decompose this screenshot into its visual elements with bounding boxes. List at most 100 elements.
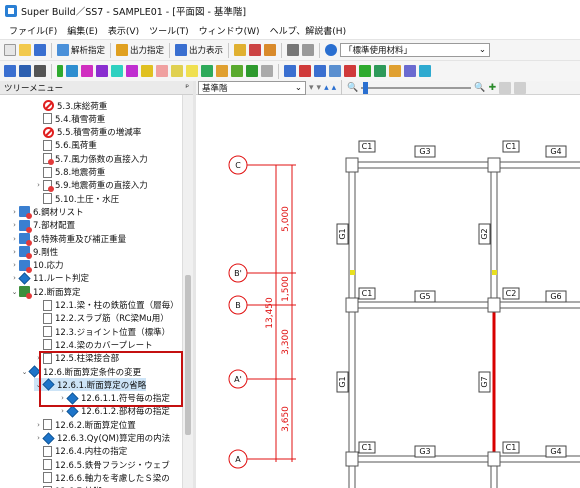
zoom-out-icon[interactable]: 🔍 — [347, 83, 358, 93]
zoom-in-icon[interactable]: 🔍 — [474, 83, 485, 93]
collapse-chevron-icon[interactable]: ⌄ — [10, 288, 19, 296]
move-node-icon[interactable] — [314, 65, 326, 77]
scroll-top-icon[interactable]: ▴ — [332, 83, 337, 93]
tree-scrollbar-thumb[interactable] — [185, 275, 191, 435]
tree-scrollbar[interactable] — [182, 95, 193, 488]
output-settings-button[interactable]: 出力指定 — [116, 44, 164, 56]
undo-icon[interactable] — [325, 44, 338, 56]
node-icon[interactable] — [299, 65, 311, 77]
grid-plan-icon[interactable] — [4, 65, 16, 77]
tree-item[interactable]: 12.1.梁・柱の鉄筋位置（層毎） — [34, 299, 179, 312]
fit-view-icon[interactable] — [499, 81, 512, 94]
previous-view-icon[interactable] — [514, 81, 527, 94]
tree-item[interactable]: 12.3.ジョイント位置（標準） — [34, 325, 170, 338]
menu-edit[interactable]: 編集(E) — [62, 24, 103, 37]
menu-view[interactable]: 表示(V) — [103, 24, 144, 37]
wall-icon[interactable] — [81, 65, 93, 77]
orange-flag-icon[interactable] — [216, 65, 228, 77]
menu-file[interactable]: ファイル(F) — [4, 24, 62, 37]
tree-item[interactable]: 12.6.6.軸力を考慮したＳ梁の — [34, 471, 170, 484]
open-folder-icon[interactable] — [19, 44, 31, 56]
expand-chevron-icon[interactable]: › — [10, 235, 19, 243]
node-point[interactable] — [492, 270, 497, 275]
tree-item[interactable]: 5.7.風力係数の直接入力 — [34, 152, 148, 166]
tree-item[interactable]: 12.4.梁のカバープレート — [34, 338, 153, 351]
column[interactable] — [487, 297, 501, 313]
tree-item[interactable]: 5.8.地震荷重 — [34, 166, 105, 179]
support-icon[interactable] — [246, 65, 258, 77]
eraser-icon[interactable] — [156, 65, 168, 77]
tree-item[interactable]: 12.6.5.鉄骨フランジ・ウェブ — [34, 458, 170, 471]
select-icon[interactable] — [284, 65, 296, 77]
tree-item[interactable]: › 12.6.3.Qy(QM)算定用の内法 — [34, 431, 170, 445]
column[interactable] — [345, 451, 359, 467]
node-point[interactable] — [350, 270, 355, 275]
green-flag-icon[interactable] — [201, 65, 213, 77]
view-icon[interactable] — [404, 65, 416, 77]
load-icon[interactable] — [171, 65, 183, 77]
tree-item[interactable]: 5.10.土圧・水圧 — [34, 192, 119, 205]
frame-icon[interactable] — [34, 65, 46, 77]
preview-icon[interactable] — [302, 44, 315, 56]
zoom-slider-thumb[interactable] — [363, 81, 369, 94]
tree-item[interactable]: › 11.ルート判定 — [10, 272, 89, 285]
zoom-slider[interactable] — [361, 81, 472, 94]
menu-window[interactable]: ウィンドウ(W) — [194, 24, 265, 37]
column[interactable] — [487, 157, 501, 173]
tree-item[interactable]: 12.6.4.内柱の指定 — [34, 445, 127, 458]
output-view-button[interactable]: 出力表示 — [175, 44, 223, 56]
save-icon[interactable] — [34, 44, 46, 56]
tree-item[interactable]: 5.4.積雪荷重 — [34, 112, 105, 125]
pan-icon[interactable]: ✚ — [489, 83, 497, 93]
floor-plan-drawing[interactable]: C B' B A' A 5,000 1,500 3,300 3,650 13,4… — [196, 95, 580, 488]
column[interactable] — [345, 297, 359, 313]
new-file-icon[interactable] — [4, 44, 16, 56]
floor-plan-icon[interactable] — [19, 65, 31, 77]
report-icon[interactable] — [249, 44, 262, 56]
tree-icon[interactable] — [359, 65, 371, 77]
tree-item[interactable]: › 10.応力 — [10, 259, 64, 273]
plan-canvas[interactable]: C B' B A' A 5,000 1,500 3,300 3,650 13,4… — [196, 95, 580, 488]
table-icon[interactable] — [261, 65, 273, 77]
material-dropdown[interactable]: 「標準使用材料」 ⌄ — [340, 43, 491, 57]
brace-icon[interactable] — [111, 65, 123, 77]
scroll-down-icon[interactable]: ▾ — [317, 83, 322, 93]
delete-node-icon[interactable] — [344, 65, 356, 77]
expand-chevron-icon[interactable]: › — [10, 208, 19, 216]
tree-item[interactable]: ⌄ 12.断面算定 — [10, 285, 81, 300]
spring-icon[interactable] — [389, 65, 401, 77]
scroll-up-icon[interactable]: ▴ — [324, 83, 329, 93]
hinge-icon[interactable] — [374, 65, 386, 77]
analysis-settings-button[interactable]: 解析指定 — [57, 44, 105, 56]
slab-icon[interactable] — [96, 65, 108, 77]
print-icon[interactable] — [287, 44, 300, 56]
mail-icon[interactable] — [186, 65, 198, 77]
tree-item[interactable]: › 5.9.地震荷重の直接入力 — [34, 179, 148, 192]
brush-icon[interactable] — [419, 65, 431, 77]
tree-item[interactable]: 5.6.風荷重 — [34, 139, 97, 152]
pencil-icon[interactable] — [141, 65, 153, 77]
opening-icon[interactable] — [126, 65, 138, 77]
tree-item[interactable]: 5.3.床総荷重 — [34, 99, 107, 112]
beam-icon[interactable] — [66, 65, 78, 77]
tree-item[interactable]: › 8.特殊荷重及び補正重量 — [10, 232, 126, 246]
expand-chevron-icon[interactable]: › — [34, 181, 43, 189]
menu-tools[interactable]: ツール(T) — [144, 24, 194, 37]
scroll-bottom-icon[interactable]: ▾ — [309, 83, 314, 93]
tree-item[interactable]: › 7.部材配置 — [10, 219, 75, 233]
column[interactable] — [487, 451, 501, 467]
column-icon[interactable] — [57, 65, 63, 77]
tree-item[interactable]: 12.2.スラブ筋（RC梁Mu用） — [34, 312, 169, 325]
clipboard-icon[interactable] — [234, 44, 247, 56]
tree-item[interactable]: 5.5.積雪荷重の増減率 — [34, 126, 141, 139]
expand-chevron-icon[interactable]: › — [10, 248, 19, 256]
menu-help[interactable]: ヘルプ、解説書(H) — [265, 24, 352, 37]
column[interactable] — [345, 157, 359, 173]
check-flag-icon[interactable] — [231, 65, 243, 77]
flag-icon[interactable] — [264, 44, 277, 56]
expand-chevron-icon[interactable]: › — [34, 421, 43, 429]
floor-dropdown[interactable]: 基準階 ⌄ — [198, 80, 306, 95]
expand-chevron-icon[interactable]: › — [10, 221, 19, 229]
expand-chevron-icon[interactable]: › — [10, 261, 19, 269]
tree-item[interactable]: › 6.鋼材リスト — [10, 205, 84, 220]
